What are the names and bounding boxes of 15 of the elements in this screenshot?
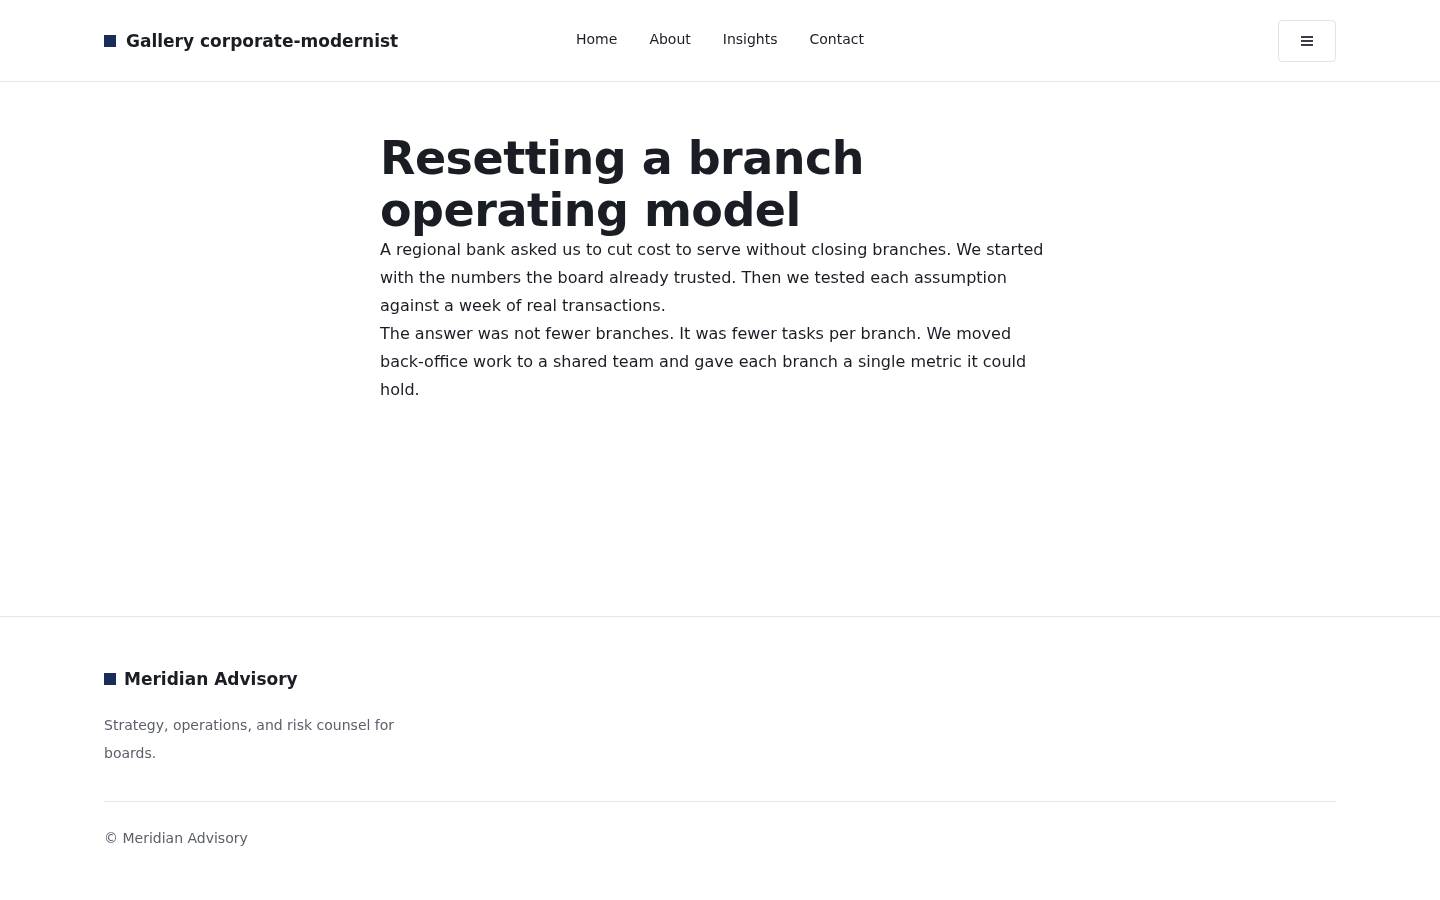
menu-icon [1301,35,1313,46]
article-paragraph: A regional bank asked us to cut cost to serve without closing branches. We started with the numbers the board already trusted. Then we tested each assumption against a week of real transactions. [380,239,1045,317]
menu-button[interactable] [1278,19,1336,62]
nav-link[interactable]: Home [576,30,618,47]
nav-link[interactable]: Insights [722,30,778,47]
footer-brand-name: Meridian Advisory [124,669,298,689]
article-paragraph: The answer was not fewer branches. It was fewer tasks per branch. We moved back-office work to a shared team and gave each branch a single metric it could hold. [380,323,1028,401]
article-title: Resetting a branch operating model [380,132,866,236]
footer-tagline: Strategy, operations, and risk counsel for boards. [104,716,396,763]
brand-square-icon [104,673,116,685]
brand-square-icon [104,34,116,47]
nav-link[interactable]: Contact [809,30,864,47]
brand-name[interactable]: Gallery corporate-modernist [126,30,399,51]
copyright-text: © Meridian Advisory [104,830,249,846]
nav-link[interactable]: About [649,30,691,47]
